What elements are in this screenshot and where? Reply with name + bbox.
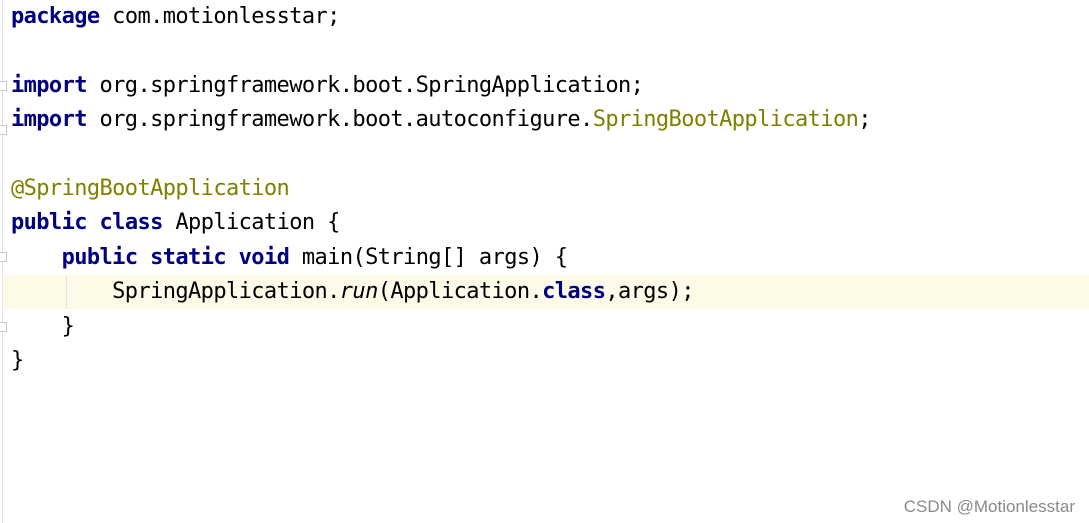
code-token: }: [11, 348, 24, 373]
code-token: public: [11, 210, 87, 235]
fold-marker-icon[interactable]: [0, 252, 7, 262]
code-token: SpringBootApplication: [592, 107, 859, 132]
code-token: SpringApplication.: [11, 279, 340, 304]
code-token: (Application.: [377, 279, 543, 304]
code-line[interactable]: import org.springframework.boot.SpringAp…: [11, 69, 644, 103]
code-token: import: [11, 73, 87, 98]
code-token: org.springframework.boot.autoconfigure.: [86, 107, 594, 132]
code-line[interactable]: SpringApplication.run(Application.class,…: [11, 275, 694, 309]
code-token: import: [11, 107, 87, 132]
code-line[interactable]: }: [11, 310, 75, 344]
code-token: public: [61, 245, 138, 270]
code-token: }: [11, 314, 75, 339]
code-token: ,args);: [605, 279, 694, 304]
code-line[interactable]: public class Application {: [11, 206, 340, 240]
code-line[interactable]: public static void main(String[] args) {: [11, 241, 568, 275]
code-token: main(String[] args) {: [289, 245, 568, 270]
fold-marker-icon[interactable]: [0, 322, 7, 332]
code-token: static: [150, 245, 226, 270]
code-token: ;: [858, 107, 871, 132]
code-token: org.springframework.boot.SpringApplicati…: [86, 73, 644, 98]
code-line[interactable]: package com.motionlesstar;: [11, 0, 340, 34]
fold-marker-icon[interactable]: [0, 81, 7, 91]
code-editor[interactable]: package com.motionlesstar; import org.spr…: [0, 0, 1089, 523]
code-token: com.motionlesstar;: [99, 4, 340, 29]
code-token: package: [11, 4, 100, 29]
code-token: run: [339, 279, 379, 304]
code-token: Application {: [162, 210, 340, 235]
code-line[interactable]: }: [11, 344, 24, 378]
code-line[interactable]: @SpringBootApplication: [11, 172, 290, 206]
code-token: @SpringBootApplication: [11, 176, 290, 201]
code-token: class: [542, 279, 606, 304]
code-token: void: [238, 245, 290, 270]
code-line[interactable]: import org.springframework.boot.autoconf…: [11, 103, 871, 137]
fold-marker-icon[interactable]: [0, 125, 7, 135]
code-token: class: [99, 210, 164, 235]
watermark: CSDN @Motionlesstar: [903, 497, 1075, 516]
